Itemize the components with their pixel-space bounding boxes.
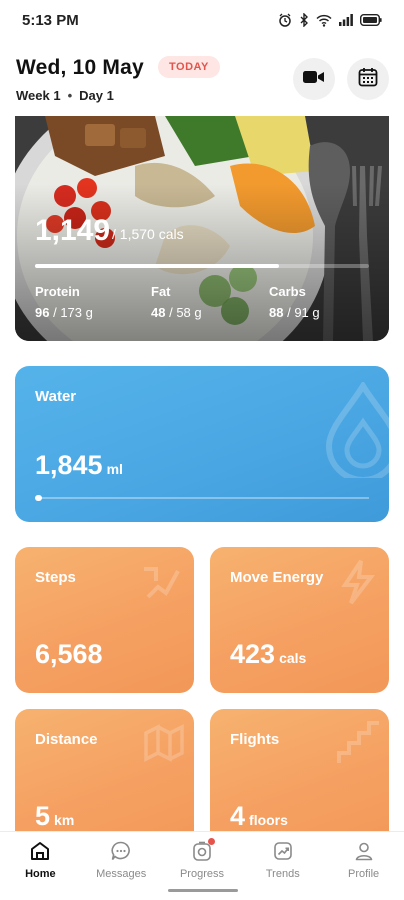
- macro-amount: 96: [35, 305, 50, 320]
- water-unit: ml: [106, 461, 123, 477]
- macro-label: Carbs: [269, 284, 306, 299]
- stat-amount: 423: [230, 639, 276, 669]
- signal-icon: [339, 14, 353, 26]
- messages-icon: [110, 840, 132, 862]
- move-energy-card[interactable]: Move Energy 423 cals: [210, 547, 389, 693]
- alarm-icon: [278, 13, 292, 27]
- macro-fat: Fat 48 / 58 g: [151, 284, 202, 320]
- water-drop-icon: [323, 380, 389, 483]
- macro-amount: 88: [269, 305, 284, 320]
- macro-carbs: Carbs 88 / 91 g: [269, 284, 320, 320]
- status-time: 5:13 PM: [22, 11, 79, 29]
- energy-icon: [333, 557, 383, 612]
- profile-icon: [353, 840, 375, 862]
- calories-goal: / 1,570 cals: [112, 226, 184, 242]
- header: Wed, 10 May TODAY Week 1 • Day 1: [0, 46, 404, 116]
- week-day-line: Week 1 • Day 1: [16, 88, 114, 103]
- macro-label: Fat: [151, 284, 171, 299]
- calories-consumed: 1,149: [35, 214, 111, 247]
- nav-label: Trends: [265, 868, 300, 880]
- stat-title: Flights: [230, 731, 280, 748]
- stat-value: 423 cals: [230, 639, 306, 670]
- calories-progress-track: [35, 264, 369, 268]
- status-bar: 5:13 PM: [0, 0, 404, 40]
- nav-home[interactable]: Home: [0, 832, 81, 900]
- stat-value: 4 floors: [230, 801, 288, 832]
- video-camera-icon: [303, 70, 325, 89]
- stat-amount: 6,568: [35, 639, 103, 669]
- notification-dot: [207, 838, 215, 845]
- bluetooth-icon: [299, 13, 309, 27]
- stat-value: 5 km: [35, 801, 74, 832]
- home-indicator: [168, 889, 238, 892]
- stat-title: Move Energy: [230, 569, 324, 586]
- trends-icon: [272, 840, 294, 862]
- flights-icon: [333, 719, 383, 774]
- macro-goal: / 58 g: [169, 305, 202, 320]
- calendar-icon: [358, 67, 378, 92]
- wifi-icon: [316, 14, 332, 27]
- distance-icon: [138, 719, 188, 774]
- nav-messages[interactable]: Messages: [81, 832, 162, 900]
- nav-profile[interactable]: Profile: [323, 832, 404, 900]
- water-card[interactable]: Water 1,845 ml: [15, 366, 389, 522]
- macro-amount: 48: [151, 305, 166, 320]
- macro-goal: / 91 g: [287, 305, 320, 320]
- macro-value: 48 / 58 g: [151, 305, 202, 320]
- water-value: 1,845 ml: [35, 450, 123, 481]
- today-badge[interactable]: TODAY: [158, 56, 220, 78]
- macro-value: 88 / 91 g: [269, 305, 320, 320]
- date-title: Wed, 10 May: [16, 56, 144, 79]
- status-icons: [278, 13, 382, 27]
- water-progress-track: [35, 495, 369, 501]
- stat-title: Steps: [35, 569, 76, 586]
- steps-card[interactable]: Steps 6,568: [15, 547, 194, 693]
- stat-title: Distance: [35, 731, 98, 748]
- separator-dot: •: [67, 88, 73, 103]
- calories-progress-fill: [35, 264, 279, 268]
- stat-unit: floors: [249, 812, 288, 828]
- nav-trends[interactable]: Trends: [242, 832, 323, 900]
- steps-icon: [138, 557, 188, 612]
- stat-amount: 4: [230, 801, 246, 831]
- nav-label: Profile: [347, 868, 380, 880]
- water-amount: 1,845: [35, 450, 103, 480]
- nav-label: Home: [25, 868, 56, 880]
- stat-unit: cals: [279, 650, 307, 666]
- week-label: Week 1: [16, 88, 61, 103]
- stat-value: 6,568: [35, 639, 107, 670]
- macro-label: Protein: [35, 284, 80, 299]
- calendar-button[interactable]: [347, 58, 389, 100]
- battery-icon: [360, 14, 382, 26]
- nav-label: Messages: [96, 868, 147, 880]
- stat-amount: 5: [35, 801, 51, 831]
- macro-protein: Protein 96 / 173 g: [35, 284, 93, 320]
- progress-icon: [191, 838, 215, 862]
- nav-label: Progress: [179, 868, 224, 880]
- video-button[interactable]: [293, 58, 335, 100]
- calories-card[interactable]: 1,149 / 1,570 cals Protein 96 / 173 g Fa…: [15, 116, 389, 341]
- stat-unit: km: [54, 812, 75, 828]
- water-progress-fill: [35, 495, 42, 501]
- home-icon: [29, 840, 51, 862]
- macro-goal: / 173 g: [53, 305, 93, 320]
- macro-value: 96 / 173 g: [35, 305, 93, 320]
- water-title: Water: [35, 388, 77, 405]
- day-label: Day 1: [79, 88, 114, 103]
